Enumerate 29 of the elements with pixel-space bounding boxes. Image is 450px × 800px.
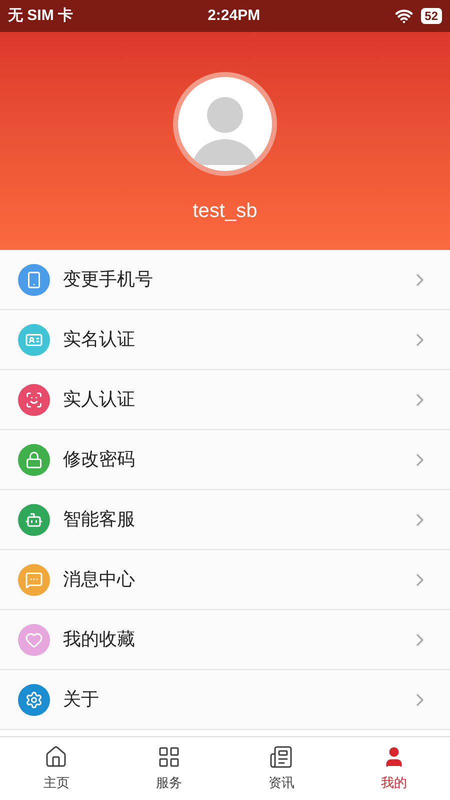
home-icon: [44, 744, 68, 769]
menu-item[interactable]: 实人认证: [0, 370, 450, 430]
username: test_sb: [192, 199, 258, 224]
menu-label: 实人认证: [63, 388, 136, 411]
menu-label: 我的收藏: [63, 628, 136, 651]
menu-item[interactable]: 消息中心: [0, 550, 450, 610]
carrier-text: 无 SIM 卡: [8, 6, 74, 26]
tab[interactable]: 资讯: [225, 737, 338, 800]
tab[interactable]: 服务: [112, 737, 225, 800]
wifi-icon: [394, 7, 413, 25]
menu-item[interactable]: 变更手机号: [0, 250, 450, 310]
person-silhouette-icon: [178, 77, 272, 171]
menu-label: 智能客服: [63, 508, 136, 531]
menu-label: 变更手机号: [63, 268, 154, 291]
grid-icon: [156, 744, 181, 769]
battery-indicator: 52: [420, 8, 442, 24]
menu-item[interactable]: 智能客服: [0, 490, 450, 550]
menu-item[interactable]: 修改密码: [0, 430, 450, 490]
menu-item[interactable]: 我的收藏: [0, 610, 450, 670]
menu-label: 消息中心: [63, 568, 136, 591]
menu-label: 关于: [63, 688, 100, 711]
menu-item[interactable]: 关于: [0, 670, 450, 730]
menu-label: 修改密码: [63, 448, 136, 471]
menu-label: 实名认证: [63, 328, 136, 351]
clock-text: 2:24PM: [208, 6, 260, 26]
tab[interactable]: 我的: [338, 737, 450, 800]
menu-item[interactable]: 实名认证: [0, 310, 450, 370]
tab[interactable]: 主页: [0, 737, 112, 800]
newspaper-icon: [269, 744, 294, 769]
